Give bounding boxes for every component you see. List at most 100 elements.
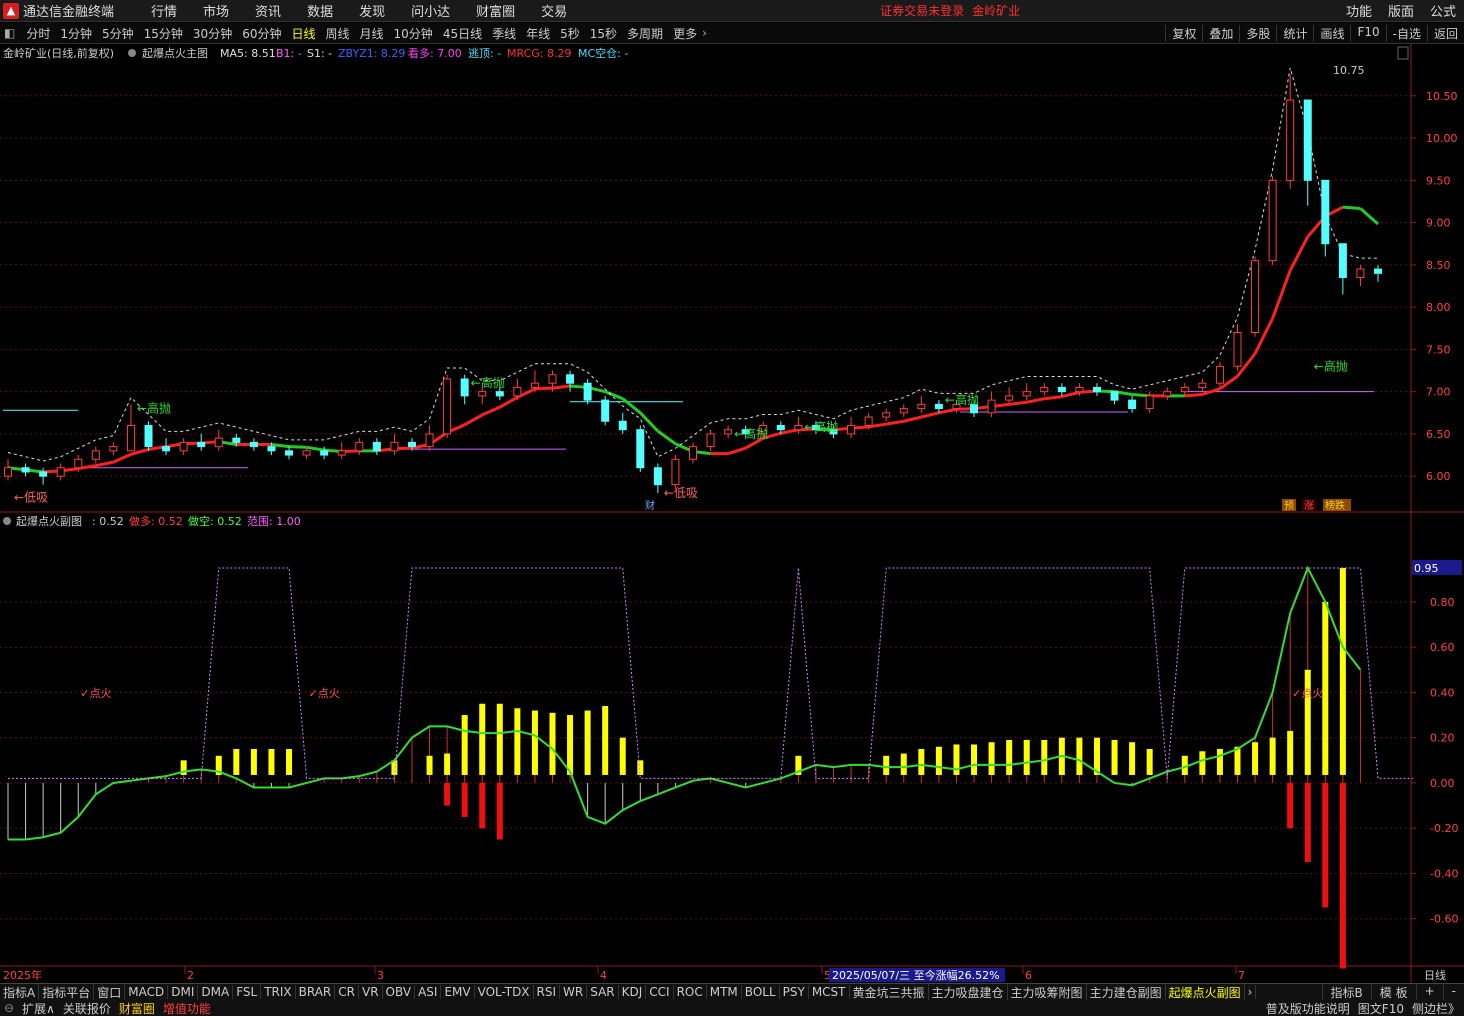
tab-zhuli-xipan[interactable]: 主力吸盘建仓 bbox=[929, 984, 1008, 1000]
tabs-scroll-right-icon[interactable]: › bbox=[1245, 985, 1257, 999]
tab-cci[interactable]: CCI bbox=[646, 985, 674, 999]
red-bar bbox=[461, 782, 468, 817]
period-1min[interactable]: 1分钟 bbox=[60, 25, 92, 42]
period-weekly[interactable]: 周线 bbox=[326, 25, 350, 42]
yellow-bar bbox=[233, 749, 240, 775]
tab-wr[interactable]: WR bbox=[560, 985, 588, 999]
tab-qibao-dianhuo[interactable]: 起爆点火副图 bbox=[1166, 984, 1245, 1000]
menu-item-caifuquan[interactable]: 财富圈 bbox=[476, 1, 515, 20]
tab-zhibiao-b[interactable]: 指标B bbox=[1321, 984, 1371, 1000]
tool-duogu[interactable]: 多股 bbox=[1239, 24, 1276, 42]
menu-item-banmian[interactable]: 版面 bbox=[1388, 1, 1414, 20]
kline-chart[interactable]: 金岭矿业(日线,前复权) 起爆点火主图 MA5: 8.51 B1: - S1: … bbox=[0, 44, 1464, 983]
tab-vr[interactable]: VR bbox=[359, 985, 383, 999]
main-y-tick-label: 9.00 bbox=[1426, 217, 1451, 230]
period-10min[interactable]: 10分钟 bbox=[394, 25, 433, 42]
period-5sec[interactable]: 5秒 bbox=[560, 25, 580, 42]
tab-dma[interactable]: DMA bbox=[198, 985, 234, 999]
tab-emv[interactable]: EMV bbox=[441, 985, 475, 999]
status-guanlian[interactable]: 关联报价 bbox=[59, 1000, 115, 1016]
tab-mtm[interactable]: MTM bbox=[707, 985, 742, 999]
main-indicator-name[interactable]: 起爆点火主图 bbox=[142, 46, 208, 60]
main-y-tick-label: 10.00 bbox=[1426, 132, 1458, 145]
sub-y-tick-label: -0.20 bbox=[1430, 822, 1458, 835]
tab-cr[interactable]: CR bbox=[335, 985, 359, 999]
high-sell-label: ←高抛 bbox=[945, 392, 979, 407]
period-fenshi[interactable]: 分时 bbox=[26, 25, 50, 42]
tab-huangjinkeng[interactable]: 黄金坑三共振 bbox=[850, 984, 929, 1000]
menu-item-faxian[interactable]: 发现 bbox=[359, 1, 385, 20]
sub-indicator-name[interactable]: 起爆点火副图 bbox=[16, 514, 82, 528]
period-45day[interactable]: 45日线 bbox=[443, 25, 482, 42]
tab-kdj[interactable]: KDJ bbox=[619, 985, 647, 999]
tab-muban[interactable]: 模 板 bbox=[1370, 984, 1416, 1000]
period-monthly[interactable]: 月线 bbox=[360, 25, 384, 42]
period-daily[interactable]: 日线 bbox=[291, 25, 315, 42]
link-toggle-icon[interactable]: ⊖ bbox=[0, 1001, 18, 1015]
sub-indicator-menu-icon[interactable] bbox=[3, 517, 11, 525]
tab-rsi[interactable]: RSI bbox=[534, 985, 561, 999]
menu-item-zixun[interactable]: 资讯 bbox=[255, 1, 281, 20]
zoom-out-button[interactable]: - bbox=[1442, 984, 1464, 1000]
tab-macd[interactable]: MACD bbox=[125, 985, 169, 999]
period-60min[interactable]: 60分钟 bbox=[242, 25, 281, 42]
menu-item-hangqing[interactable]: 行情 bbox=[151, 1, 177, 20]
tab-zhuli-jiancang[interactable]: 主力建仓副图 bbox=[1087, 984, 1166, 1000]
period-year[interactable]: 年线 bbox=[526, 25, 550, 42]
tab-zhuli-xichou[interactable]: 主力吸筹附图 bbox=[1008, 984, 1087, 1000]
tab-vol-tdx[interactable]: VOL-TDX bbox=[475, 985, 534, 999]
status-kuozhan[interactable]: 扩展∧ bbox=[18, 1000, 59, 1016]
tab-roc[interactable]: ROC bbox=[674, 985, 707, 999]
panel-toggle-icon[interactable]: ◧ bbox=[4, 26, 15, 40]
tool-fuquan[interactable]: 复权 bbox=[1165, 24, 1202, 42]
candle-body bbox=[1163, 391, 1172, 397]
menu-item-gongshi[interactable]: 公式 bbox=[1430, 1, 1456, 20]
candle-body bbox=[91, 450, 100, 460]
period-30min[interactable]: 30分钟 bbox=[193, 25, 232, 42]
main-y-tick-label: 6.00 bbox=[1426, 470, 1451, 483]
menu-item-shuju[interactable]: 数据 bbox=[307, 1, 333, 20]
tab-mcst[interactable]: MCST bbox=[809, 985, 850, 999]
tab-trix[interactable]: TRIX bbox=[261, 985, 296, 999]
tool-diejia[interactable]: 叠加 bbox=[1202, 24, 1239, 42]
trend-line-segment bbox=[1008, 400, 1027, 406]
status-sidebar[interactable]: 侧边栏》 bbox=[1408, 1000, 1464, 1016]
status-puji[interactable]: 普及版功能说明 bbox=[1262, 1000, 1354, 1016]
period-15min[interactable]: 15分钟 bbox=[144, 25, 183, 42]
chevron-right-icon[interactable]: › bbox=[702, 26, 707, 40]
period-15sec[interactable]: 15秒 bbox=[590, 25, 617, 42]
zoom-in-button[interactable]: + bbox=[1415, 984, 1443, 1000]
tool-zixuan[interactable]: -自选 bbox=[1385, 24, 1427, 42]
period-5min[interactable]: 5分钟 bbox=[102, 25, 134, 42]
tab-obv[interactable]: OBV bbox=[383, 985, 416, 999]
cai-tag[interactable]: 财 bbox=[645, 499, 655, 512]
tab-chuangkou[interactable]: 窗口 bbox=[94, 984, 126, 1000]
tab-dmi[interactable]: DMI bbox=[168, 985, 199, 999]
tab-fsl[interactable]: FSL bbox=[233, 985, 262, 999]
period-multi[interactable]: 多周期 bbox=[627, 25, 663, 42]
tab-zhibiao-a[interactable]: 指标A bbox=[0, 984, 40, 1000]
tab-asi[interactable]: ASI bbox=[415, 985, 442, 999]
candle-body bbox=[214, 437, 223, 448]
status-caifuquan[interactable]: 财富圈 bbox=[115, 1000, 159, 1016]
status-tuwen-f10[interactable]: 图文F10 bbox=[1354, 1000, 1408, 1016]
tab-zhibiao-pingtai[interactable]: 指标平台 bbox=[39, 984, 95, 1000]
tab-boll[interactable]: BOLL bbox=[742, 985, 780, 999]
tool-fanhui[interactable]: 返回 bbox=[1426, 24, 1464, 42]
period-quarter[interactable]: 季线 bbox=[492, 25, 516, 42]
menu-item-shichang[interactable]: 市场 bbox=[203, 1, 229, 20]
tool-f10[interactable]: F10 bbox=[1350, 24, 1385, 42]
menu-item-jiaoyi[interactable]: 交易 bbox=[541, 1, 567, 20]
tool-tongji[interactable]: 统计 bbox=[1276, 24, 1313, 42]
menu-item-wenxiaoda[interactable]: 问小达 bbox=[411, 1, 450, 20]
tab-sar[interactable]: SAR bbox=[587, 985, 619, 999]
tool-huaxian[interactable]: 画线 bbox=[1313, 24, 1350, 42]
tab-psy[interactable]: PSY bbox=[780, 985, 809, 999]
menu-item-gongneng[interactable]: 功能 bbox=[1346, 1, 1372, 20]
indicator-menu-icon[interactable] bbox=[128, 49, 136, 57]
status-zengzhi[interactable]: 增值功能 bbox=[159, 1000, 215, 1016]
login-warning[interactable]: 证券交易未登录 bbox=[880, 2, 964, 19]
period-more[interactable]: 更多 bbox=[673, 25, 697, 42]
sub-legend-zuoduo: 做多: 0.52 bbox=[129, 514, 183, 528]
tab-brar[interactable]: BRAR bbox=[296, 985, 336, 999]
